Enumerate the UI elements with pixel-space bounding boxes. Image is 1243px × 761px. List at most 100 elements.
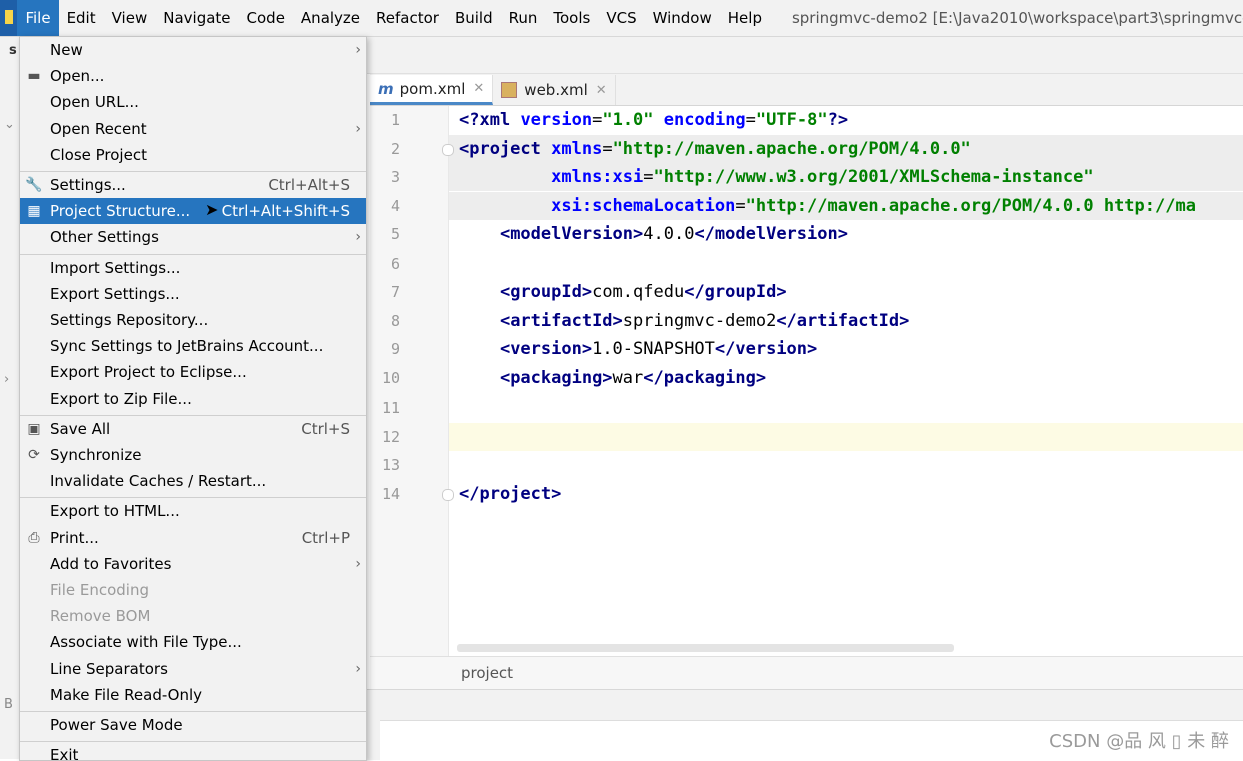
code-token: ?>: [827, 110, 849, 130]
code-token: =: [735, 196, 746, 216]
editor-tab-bar: m pom.xml ✕ web.xml ✕: [370, 74, 1243, 106]
line-number: 6: [390, 255, 400, 273]
menu-run[interactable]: Run: [501, 0, 546, 36]
code-token: "http://maven.apache.org/POM/4.0.0": [612, 139, 971, 159]
file-menu-item-open-recent[interactable]: Open Recent ›: [20, 116, 366, 142]
file-menu-item-open[interactable]: ▬ Open...: [20, 63, 366, 89]
chevron-down-icon[interactable]: ⌄: [4, 117, 15, 132]
file-menu-item-open-url[interactable]: Open URL...: [20, 89, 366, 115]
file-menu-item-import-settings[interactable]: Import Settings...: [20, 255, 366, 281]
file-menu-item-make-file-read-only[interactable]: Make File Read-Only: [20, 682, 366, 708]
code-line[interactable]: <project xmlns="http://maven.apache.org/…: [449, 135, 1243, 163]
code-line[interactable]: <artifactId>springmvc-demo2</artifactId>: [449, 307, 1243, 335]
file-menu-label: Export to HTML...: [50, 502, 180, 521]
file-menu-item-project-structure[interactable]: ▦ Project Structure... Ctrl+Alt+Shift+S: [20, 198, 366, 225]
line-number: 11: [381, 399, 400, 417]
code-line[interactable]: <?xml version="1.0" encoding="UTF-8"?>: [449, 106, 1243, 134]
fold-marker-icon[interactable]: [442, 489, 454, 501]
file-menu-label: Open URL...: [50, 93, 139, 112]
submenu-arrow-icon: ›: [355, 42, 361, 58]
file-menu-item-export-to-html[interactable]: Export to HTML...: [20, 498, 366, 524]
file-menu-item-other-settings[interactable]: Other Settings ›: [20, 224, 366, 250]
code-line[interactable]: <version>1.0-SNAPSHOT</version>: [449, 335, 1243, 363]
code-token: </packaging>: [643, 368, 767, 388]
menu-tools[interactable]: Tools: [545, 0, 598, 36]
code-line[interactable]: [449, 451, 1243, 479]
horizontal-scrollbar[interactable]: [457, 644, 954, 652]
close-icon[interactable]: ✕: [473, 81, 484, 96]
file-menu-item-add-to-favorites[interactable]: Add to Favorites ›: [20, 551, 366, 577]
menu-build[interactable]: Build: [447, 0, 501, 36]
line-number: 2: [390, 140, 400, 158]
code-token: com.qfedu: [592, 282, 685, 302]
code-line[interactable]: xmlns:xsi="http://www.w3.org/2001/XMLSch…: [449, 163, 1243, 191]
breadcrumb-bar: project: [370, 656, 1243, 689]
file-menu-item-export-to-zip-file[interactable]: Export to Zip File...: [20, 386, 366, 412]
code-line[interactable]: [449, 250, 1243, 278]
shortcut-label: Ctrl+P: [301, 528, 350, 547]
tab-web-xml[interactable]: web.xml ✕: [493, 75, 616, 105]
file-menu-label: Print...: [50, 528, 99, 547]
menu-help[interactable]: Help: [720, 0, 770, 36]
submenu-arrow-icon: ›: [355, 660, 361, 677]
tab-pom-xml[interactable]: m pom.xml ✕: [370, 75, 494, 105]
menu-window[interactable]: Window: [645, 0, 720, 36]
chevron-right-icon[interactable]: ›: [4, 372, 9, 387]
menu-vcs[interactable]: VCS: [598, 0, 644, 36]
code-line[interactable]: <groupId>com.qfedu</groupId>: [449, 278, 1243, 306]
menu-navigate[interactable]: Navigate: [155, 0, 238, 36]
code-line[interactable]: <packaging>war</packaging>: [449, 364, 1243, 392]
file-menu-label: Other Settings: [50, 228, 159, 247]
file-menu-item-invalidate-caches-restart[interactable]: Invalidate Caches / Restart...: [20, 468, 366, 494]
menu-file[interactable]: File: [17, 0, 59, 36]
file-menu-label: Export Project to Eclipse...: [50, 363, 247, 382]
file-menu-item-power-save-mode[interactable]: Power Save Mode: [20, 712, 366, 738]
code-line[interactable]: [449, 394, 1243, 422]
code-line[interactable]: xsi:schemaLocation="http://maven.apache.…: [449, 192, 1243, 220]
submenu-arrow-icon: ›: [355, 229, 361, 246]
line-number: 1: [390, 111, 400, 129]
file-menu-item-print[interactable]: ⎙ Print... Ctrl+P: [20, 525, 366, 551]
code-token: </groupId>: [684, 282, 787, 302]
code-token: <groupId>: [499, 282, 593, 302]
fold-marker-icon[interactable]: [442, 144, 454, 156]
file-menu-item-remove-bom: Remove BOM: [20, 603, 366, 629]
close-icon[interactable]: ✕: [596, 83, 607, 98]
code-token: </version>: [714, 339, 818, 359]
file-menu-item-close-project[interactable]: Close Project: [20, 142, 366, 168]
file-menu-item-save-all[interactable]: ▣ Save All Ctrl+S: [20, 416, 366, 442]
file-menu-item-synchronize[interactable]: ⟳ Synchronize: [20, 442, 366, 468]
file-menu-item-export-project-to-eclipse[interactable]: Export Project to Eclipse...: [20, 359, 366, 385]
code-token: springmvc-demo2: [622, 311, 777, 331]
project-structure-icon: ▦: [27, 203, 41, 220]
menu-refactor[interactable]: Refactor: [368, 0, 447, 36]
file-menu-label: File Encoding: [50, 581, 149, 599]
menu-code[interactable]: Code: [239, 0, 293, 36]
file-menu-item-settings-repository[interactable]: Settings Repository...: [20, 307, 366, 333]
code-token: =: [602, 139, 613, 159]
file-menu-item-export-settings[interactable]: Export Settings...: [20, 281, 366, 307]
code-line[interactable]: [449, 423, 1243, 451]
file-menu-item-associate-with-file-type[interactable]: Associate with File Type...: [20, 629, 366, 655]
tab-label: web.xml: [524, 81, 588, 99]
code-token: =: [745, 110, 756, 130]
file-menu-item-sync-settings-to-jetbrains-account[interactable]: Sync Settings to JetBrains Account...: [20, 333, 366, 359]
file-menu-label: Export Settings...: [50, 284, 180, 303]
code-line[interactable]: </project>: [449, 480, 1243, 508]
project-panel-label: s: [9, 43, 17, 58]
breadcrumb[interactable]: project: [461, 664, 513, 682]
code-token: 4.0.0: [643, 224, 695, 244]
file-menu-item-line-separators[interactable]: Line Separators ›: [20, 656, 366, 682]
file-menu-item-exit[interactable]: Exit: [20, 742, 366, 760]
file-menu-label: Save All: [50, 419, 111, 438]
code-editor[interactable]: <?xml version="1.0" encoding="UTF-8"?> <p…: [449, 106, 1243, 656]
menu-view[interactable]: View: [104, 0, 156, 36]
code-line[interactable]: <modelVersion>4.0.0</modelVersion>: [449, 220, 1243, 248]
file-menu-item-settings[interactable]: 🔧 Settings... Ctrl+Alt+S: [20, 172, 366, 198]
menu-edit[interactable]: Edit: [59, 0, 104, 36]
file-menu-item-new[interactable]: New ›: [20, 37, 366, 63]
menu-analyze[interactable]: Analyze: [293, 0, 368, 36]
